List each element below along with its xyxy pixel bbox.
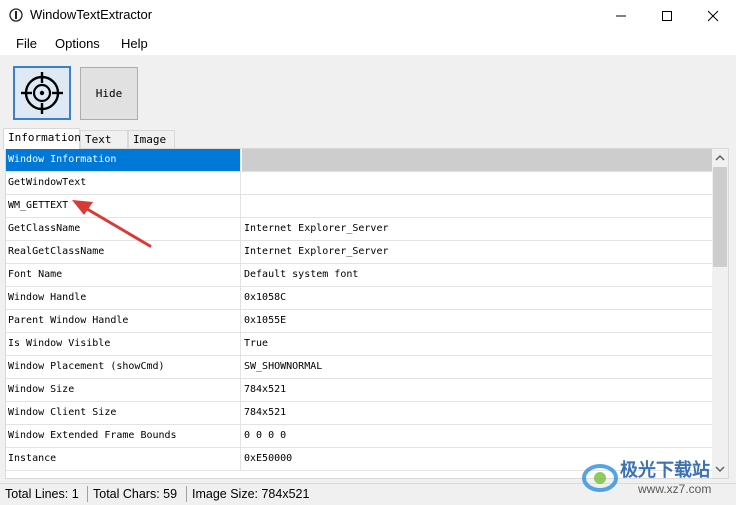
property-name-cell[interactable]: Window Client Size <box>6 402 241 424</box>
property-name-cell[interactable]: Window Handle <box>6 287 241 309</box>
minimize-button[interactable] <box>598 0 644 31</box>
property-value-cell[interactable] <box>242 149 713 171</box>
property-name-cell[interactable]: Parent Window Handle <box>6 310 241 332</box>
app-icon <box>9 8 23 22</box>
property-value-cell[interactable]: 0 0 0 0 <box>242 425 713 447</box>
close-button[interactable] <box>690 0 736 31</box>
tab-text[interactable]: Text <box>80 130 128 149</box>
tab-information[interactable]: Information <box>3 128 81 149</box>
property-value-cell[interactable]: True <box>242 333 713 355</box>
property-name-cell[interactable]: Is Window Visible <box>6 333 241 355</box>
property-name-cell[interactable]: Window Placement (showCmd) <box>6 356 241 378</box>
property-name-cell[interactable]: Font Name <box>6 264 241 286</box>
table-row[interactable]: Window Handle 0x1058C <box>6 287 713 310</box>
menu-help[interactable]: Help <box>121 36 148 51</box>
minimize-icon <box>616 15 626 16</box>
vertical-scrollbar[interactable] <box>712 149 728 478</box>
property-value-cell[interactable]: 0x1058C <box>242 287 713 309</box>
property-name-cell[interactable]: RealGetClassName <box>6 241 241 263</box>
table-row[interactable]: GetClassName Internet Explorer_Server <box>6 218 713 241</box>
table-row[interactable]: Window Placement (showCmd) SW_SHOWNORMAL <box>6 356 713 379</box>
table-row[interactable]: Is Window Visible True <box>6 333 713 356</box>
property-value-cell[interactable] <box>242 195 713 217</box>
property-name-cell[interactable]: Instance <box>6 448 241 470</box>
property-name-cell[interactable]: WM_GETTEXT <box>6 195 241 217</box>
window-title: WindowTextExtractor <box>30 7 153 22</box>
maximize-button[interactable] <box>644 0 690 31</box>
status-image-size: Image Size: 784x521 <box>192 487 310 501</box>
scroll-thumb[interactable] <box>713 167 727 267</box>
hide-button[interactable]: Hide <box>80 67 138 120</box>
property-value-cell[interactable]: 784x521 <box>242 402 713 424</box>
property-name-cell[interactable]: Window Information <box>6 149 241 171</box>
menu-options[interactable]: Options <box>55 36 100 51</box>
menu-file[interactable]: File <box>16 36 37 51</box>
watermark-swirl-icon <box>582 464 618 492</box>
scroll-up-icon[interactable] <box>712 150 728 166</box>
status-total-lines: Total Lines: 1 <box>5 487 79 501</box>
property-value-cell[interactable]: 784x521 <box>242 379 713 401</box>
property-value-cell[interactable]: 0x1055E <box>242 310 713 332</box>
crosshair-icon <box>21 72 63 114</box>
table-row[interactable]: Window Size 784x521 <box>6 379 713 402</box>
window-finder-button[interactable] <box>13 66 71 120</box>
property-value-cell[interactable]: SW_SHOWNORMAL <box>242 356 713 378</box>
status-separator <box>87 486 88 502</box>
status-total-chars: Total Chars: 59 <box>93 487 178 501</box>
tab-strip: Information Text Image <box>0 128 736 149</box>
table-row[interactable]: Font Name Default system font <box>6 264 713 287</box>
watermark-logo: 极光下载站 www.xz7.com <box>580 452 736 504</box>
table-row[interactable]: Window Extended Frame Bounds 0 0 0 0 <box>6 425 713 448</box>
property-value-cell[interactable]: Internet Explorer_Server <box>242 241 713 263</box>
status-separator <box>186 486 187 502</box>
property-value-cell[interactable]: Default system font <box>242 264 713 286</box>
grid-body: Window Information GetWindowText WM_GETTEX… <box>6 149 713 471</box>
grid-section-header[interactable]: Window Information <box>6 149 713 172</box>
watermark-brand: 极光下载站 <box>620 460 710 481</box>
title-bar: WindowTextExtractor <box>0 0 736 31</box>
table-row[interactable]: Window Client Size 784x521 <box>6 402 713 425</box>
table-row[interactable]: WM_GETTEXT <box>6 195 713 218</box>
property-value-cell[interactable]: Internet Explorer_Server <box>242 218 713 240</box>
table-row[interactable]: Parent Window Handle 0x1055E <box>6 310 713 333</box>
property-name-cell[interactable]: Window Size <box>6 379 241 401</box>
watermark-url: www.xz7.com <box>638 482 712 496</box>
close-icon <box>707 10 719 21</box>
property-grid: Window Information GetWindowText WM_GETTEX… <box>5 148 729 479</box>
table-row[interactable]: GetWindowText <box>6 172 713 195</box>
maximize-icon <box>662 10 672 21</box>
property-value-cell[interactable] <box>242 172 713 194</box>
tab-image[interactable]: Image <box>128 130 175 149</box>
property-name-cell[interactable]: GetClassName <box>6 218 241 240</box>
property-name-cell[interactable]: GetWindowText <box>6 172 241 194</box>
menu-bar: File Options Help <box>0 31 736 55</box>
table-row[interactable]: RealGetClassName Internet Explorer_Server <box>6 241 713 264</box>
property-name-cell[interactable]: Window Extended Frame Bounds <box>6 425 241 447</box>
